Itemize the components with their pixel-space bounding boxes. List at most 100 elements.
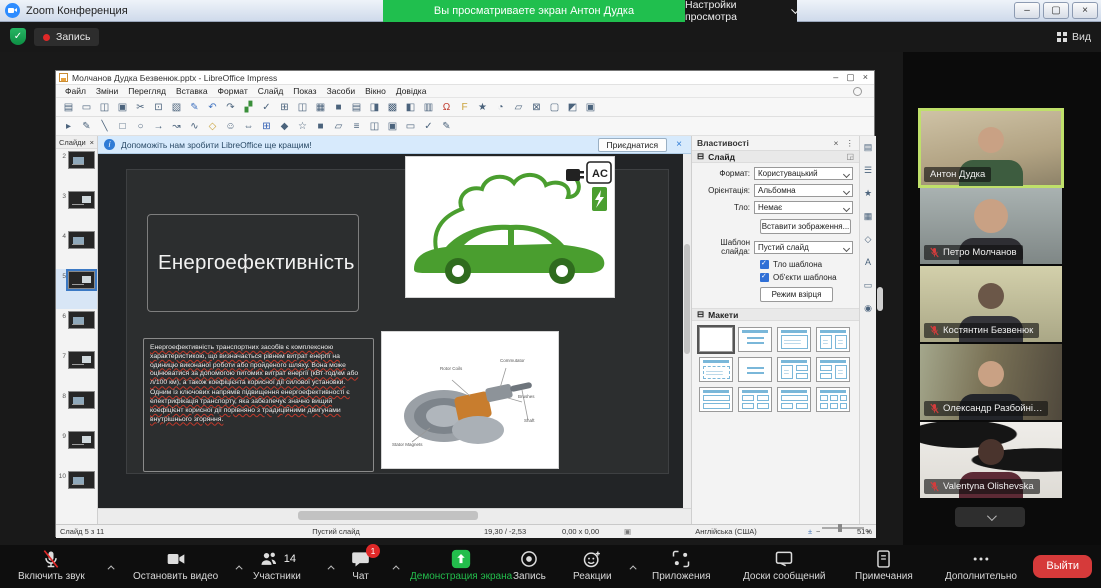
background-checkbox-row[interactable]: Тло шаблона [760,260,859,269]
toolbar-icon[interactable]: ↶ [204,100,221,115]
menu-item[interactable]: Показ [288,86,321,96]
menu-item[interactable]: Вікно [360,86,391,96]
sidebar-tab-icon[interactable]: ☰ [861,163,875,177]
zoom-fit-icon[interactable]: ± [808,527,812,536]
sidebar-tab-icon[interactable]: ▤ [861,140,875,154]
toolbar-icon[interactable]: ▢ [546,100,563,115]
slide-title-box[interactable]: Енергоефективність [147,214,359,312]
lo-restore-button[interactable]: ▢ [846,73,855,82]
zoom-percent[interactable]: 51% [857,527,872,536]
participant-video[interactable]: Петро Молчанов [920,188,1062,264]
toolbar-icon[interactable]: ▞ [240,100,257,115]
format-select[interactable]: Користувацький [754,167,853,180]
drawing-toolbar-icon[interactable]: ▭ [402,119,419,134]
menu-item[interactable]: Зміни [91,86,123,96]
toolbar-icon[interactable]: ▭ [78,100,95,115]
extension-icon[interactable] [853,87,862,96]
layout-row-2content[interactable] [777,387,811,412]
layout-title-2rows[interactable] [699,387,733,412]
motor-image[interactable]: Rotor Coils Commutator Brushes Shaft Sta… [382,332,558,468]
drawing-toolbar-icon[interactable]: ∿ [186,119,203,134]
collapse-participants-button[interactable] [955,507,1025,527]
layout-6content[interactable] [816,387,850,412]
toolbar-icon[interactable]: ✎ [186,100,203,115]
participant-video[interactable]: Valentyna Olishevska [920,422,1062,498]
sidebar-tab-icon[interactable]: ★ [861,186,875,200]
sidebar-tab-icon[interactable]: ▦ [861,209,875,223]
slide-thumbnail[interactable]: 10 [56,469,97,509]
view-settings-button[interactable]: Настройки просмотра [685,0,797,22]
restore-button[interactable]: ▢ [1043,2,1069,19]
sidebar-tab-icon[interactable]: ▭ [861,278,875,292]
drawing-toolbar-icon[interactable]: ⇔ [240,119,257,134]
drawing-toolbar-icon[interactable]: → [150,119,167,134]
whiteboards-button[interactable]: Доски сообщений [743,549,826,582]
close-button[interactable]: × [1072,2,1098,19]
toolbar-icon[interactable]: ▥ [420,100,437,115]
slide-thumbnail[interactable]: 8 [56,389,97,429]
drawing-toolbar-icon[interactable]: ☺ [222,119,239,134]
reactions-options-chevron[interactable] [632,557,637,575]
menu-item[interactable]: Слайд [253,86,289,96]
toolbar-icon[interactable]: ◩ [564,100,581,115]
infobar-close-icon[interactable]: × [673,139,685,150]
toolbar-icon[interactable]: ◧ [402,100,419,115]
toolbar-icon[interactable]: ◔ [492,100,509,115]
orientation-select[interactable]: Альбомна [754,184,853,197]
layout-title-content[interactable] [777,327,811,352]
canvas-horizontal-scrollbar[interactable] [98,508,691,524]
properties-menu-icon[interactable]: ⋮ [846,138,855,149]
drawing-toolbar-icon[interactable]: ■ [312,119,329,134]
slide-thumbnail[interactable]: 5 [56,269,97,309]
canvas-vertical-scrollbar[interactable] [683,154,691,508]
layout-2content-content[interactable] [816,357,850,382]
toolbar-icon[interactable]: ◫ [294,100,311,115]
notes-button[interactable]: Примечания [855,549,913,582]
toolbar-icon[interactable]: ◫ [96,100,113,115]
apps-button[interactable]: Приложения [652,549,711,582]
drawing-toolbar-icon[interactable]: ◇ [204,119,221,134]
slides-panel-close-icon[interactable]: × [90,138,94,147]
layout-centered-text[interactable] [738,357,772,382]
section-layouts-header[interactable]: ⊟ Макети [692,308,859,321]
reactions-button[interactable]: Реакции [573,549,612,582]
toolbar-icon[interactable]: ⊡ [150,100,167,115]
participant-video[interactable]: Олександр Разбойні… [920,344,1062,420]
audio-options-chevron[interactable] [110,557,115,575]
layout-title-only[interactable] [699,357,733,382]
drawing-toolbar-icon[interactable]: ◫ [366,119,383,134]
toolbar-icon[interactable]: ✓ [258,100,275,115]
slide-thumbnail[interactable]: 2 [56,149,97,189]
toolbar-icon[interactable]: ▧ [168,100,185,115]
drawing-toolbar-icon[interactable]: ╲ [96,119,113,134]
leave-button[interactable]: Выйти [1033,555,1092,578]
toolbar-icon[interactable]: Ω [438,100,455,115]
section-slide-header[interactable]: ⊟ Слайд ◲ [692,150,859,163]
share-screen-button[interactable]: Демонстрация экрана [410,549,512,582]
menu-item[interactable]: Файл [60,86,91,96]
toolbar-icon[interactable]: ▣ [114,100,131,115]
layout-title-content[interactable] [738,327,772,352]
record-button[interactable]: Запись [513,549,546,582]
drawing-toolbar-icon[interactable]: ✓ [420,119,437,134]
layout-blank[interactable] [699,327,733,352]
toolbar-icon[interactable]: F [456,100,473,115]
drawing-toolbar-icon[interactable]: ▱ [330,119,347,134]
participants-options-chevron[interactable] [330,557,335,575]
dialog-launcher-icon[interactable]: ◲ [846,152,854,161]
drawing-toolbar-icon[interactable]: ≡ [348,119,365,134]
properties-close-icon[interactable]: × [834,138,839,148]
chat-button[interactable]: 1 Чат [350,549,371,582]
menu-item[interactable]: Засоби [322,86,361,96]
toolbar-icon[interactable]: ↷ [222,100,239,115]
toolbar-icon[interactable]: ▣ [582,100,599,115]
status-language[interactable]: Англійська (США) [656,527,796,536]
toolbar-icon[interactable]: ▱ [510,100,527,115]
drawing-toolbar-icon[interactable]: ▣ [384,119,401,134]
drawing-toolbar-icon[interactable]: ○ [132,119,149,134]
sidebar-tab-icon[interactable]: A [861,255,875,269]
drawing-toolbar-icon[interactable]: ◆ [276,119,293,134]
slide-thumbnail[interactable]: 9 [56,429,97,469]
participant-video[interactable]: Костянтин Безвенюк [920,266,1062,342]
sidebar-tab-icon[interactable]: ◉ [861,301,875,315]
